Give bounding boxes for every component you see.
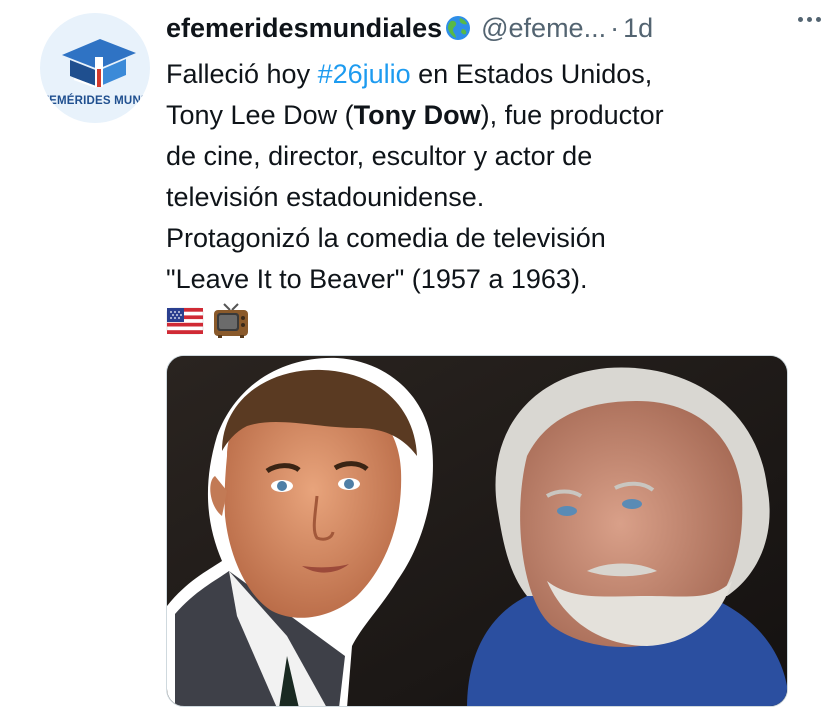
text-segment: Falleció hoy — [166, 59, 318, 89]
tweet-text: Falleció hoy #26julio en Estados Unidos,… — [166, 54, 796, 340]
avatar[interactable]: EFEMÉRIDES MUNDIAL — [40, 13, 150, 123]
display-name[interactable]: efemeridesmundiales — [166, 13, 442, 44]
text-segment: Tony Lee Dow ( — [166, 100, 354, 130]
globe-americas-icon — [446, 16, 471, 40]
text-line: Tony Lee Dow (Tony Dow), fue productor — [166, 95, 796, 136]
avatar-label: EFEMÉRIDES MUNDIAL — [40, 95, 150, 107]
emoji-row — [166, 302, 796, 340]
more-dot-icon — [815, 16, 821, 22]
text-line: de cine, director, escultor y actor de — [166, 141, 593, 171]
television-icon — [214, 303, 248, 338]
text-segment: ), fue productor — [480, 100, 664, 130]
text-line: Falleció hoy #26julio en Estados Unidos, — [166, 54, 796, 95]
more-options-button[interactable] — [794, 12, 824, 26]
text-line: Protagonizó la comedia de televisión — [166, 223, 606, 253]
text-line: televisión estadounidense. — [166, 182, 485, 212]
more-dot-icon — [806, 16, 812, 22]
more-dot-icon — [797, 16, 803, 22]
tweet: EFEMÉRIDES MUNDIAL efemeridesmundiales @… — [0, 0, 828, 719]
text-segment: en Estados Unidos, — [410, 59, 653, 89]
text-line: "Leave It to Beaver" (1957 a 1963). — [166, 264, 588, 294]
bold-name: Tony Dow — [353, 100, 481, 130]
hashtag-link[interactable]: #26julio — [318, 59, 411, 89]
timestamp[interactable]: 1d — [623, 13, 653, 44]
separator-dot: · — [610, 12, 620, 43]
photo-image — [167, 356, 787, 706]
us-flag-icon — [166, 307, 204, 335]
user-handle[interactable]: @efeme... — [481, 13, 606, 44]
tweet-header: efemeridesmundiales @efeme... · 1d — [166, 10, 806, 46]
tweet-photo[interactable] — [166, 355, 788, 707]
